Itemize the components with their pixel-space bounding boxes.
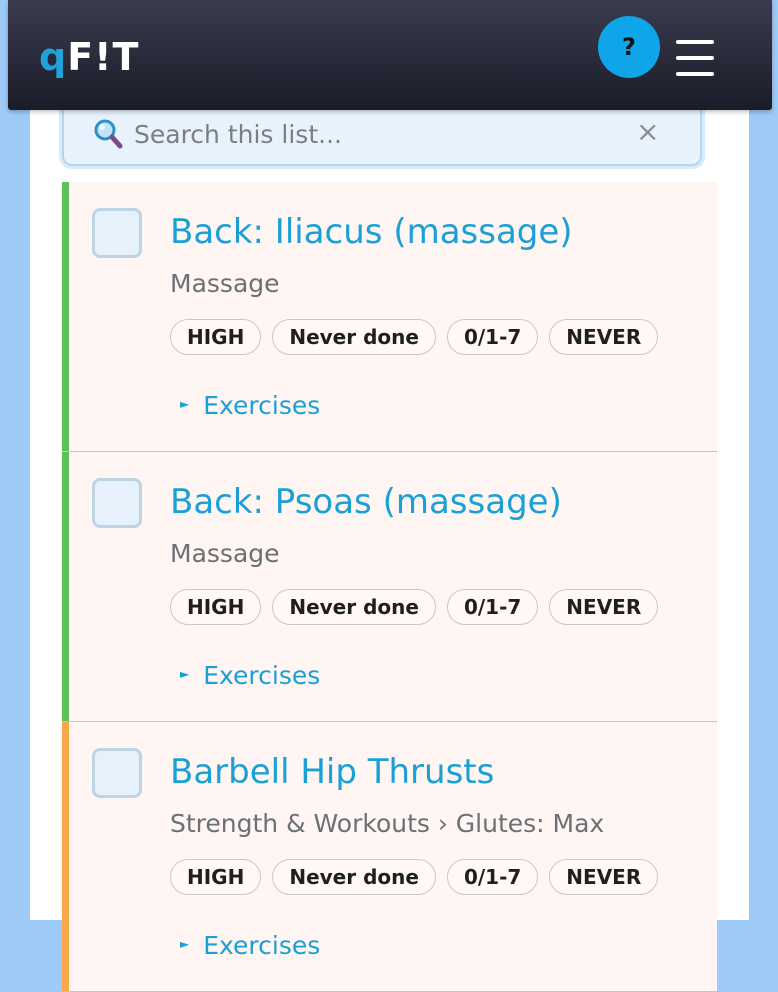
exercises-toggle[interactable]: ► Exercises — [180, 390, 320, 423]
list-item: Back: Psoas (massage) Massage HIGH Never… — [62, 452, 717, 722]
status-bar — [62, 722, 69, 991]
item-checkbox[interactable] — [92, 748, 142, 798]
last-done-tag: Never done — [272, 859, 436, 895]
close-icon[interactable]: × — [636, 114, 659, 150]
frequency-tag: 0/1-7 — [446, 589, 539, 625]
due-tag: NEVER — [549, 589, 659, 625]
last-done-tag: Never done — [272, 589, 436, 625]
list-item: Back: Iliacus (massage) Massage HIGH Nev… — [62, 182, 717, 452]
priority-tag: HIGH — [170, 319, 262, 355]
exercises-label: Exercises — [203, 931, 321, 960]
logo-text: F!T — [67, 35, 140, 79]
item-category: Massage — [170, 539, 280, 568]
item-title[interactable]: Back: Iliacus (massage) — [170, 210, 573, 254]
help-button[interactable]: ? — [598, 16, 660, 78]
list-item: Barbell Hip Thrusts Strength & Workouts … — [62, 722, 717, 992]
app-logo[interactable]: qF!T — [39, 33, 139, 81]
exercises-label: Exercises — [203, 391, 321, 420]
status-bar — [62, 452, 69, 721]
exercises-toggle[interactable]: ► Exercises — [180, 660, 320, 693]
logo-q: q — [39, 35, 68, 79]
exercises-toggle[interactable]: ► Exercises — [180, 930, 320, 963]
item-list: Back: Iliacus (massage) Massage HIGH Nev… — [62, 182, 717, 992]
due-tag: NEVER — [549, 859, 659, 895]
item-title[interactable]: Barbell Hip Thrusts — [170, 750, 494, 794]
hamburger-menu-icon[interactable] — [676, 40, 714, 76]
item-tags: HIGH Never done 0/1-7 NEVER — [170, 319, 659, 355]
last-done-tag: Never done — [272, 319, 436, 355]
priority-tag: HIGH — [170, 589, 262, 625]
triangle-right-icon: ► — [180, 397, 190, 411]
item-category: Massage — [170, 269, 280, 298]
item-category: Strength & Workouts › Glutes: Max — [170, 809, 605, 838]
item-tags: HIGH Never done 0/1-7 NEVER — [170, 859, 659, 895]
frequency-tag: 0/1-7 — [446, 319, 539, 355]
priority-tag: HIGH — [170, 859, 262, 895]
item-tags: HIGH Never done 0/1-7 NEVER — [170, 589, 659, 625]
item-title[interactable]: Back: Psoas (massage) — [170, 480, 562, 524]
exercises-label: Exercises — [203, 661, 321, 690]
item-checkbox[interactable] — [92, 478, 142, 528]
app-header: qF!T ? — [8, 0, 772, 110]
triangle-right-icon: ► — [180, 667, 190, 681]
search-icon — [94, 119, 123, 149]
status-bar — [62, 182, 69, 451]
due-tag: NEVER — [549, 319, 659, 355]
triangle-right-icon: ► — [180, 937, 190, 951]
search-input[interactable] — [134, 116, 614, 152]
frequency-tag: 0/1-7 — [446, 859, 539, 895]
item-checkbox[interactable] — [92, 208, 142, 258]
